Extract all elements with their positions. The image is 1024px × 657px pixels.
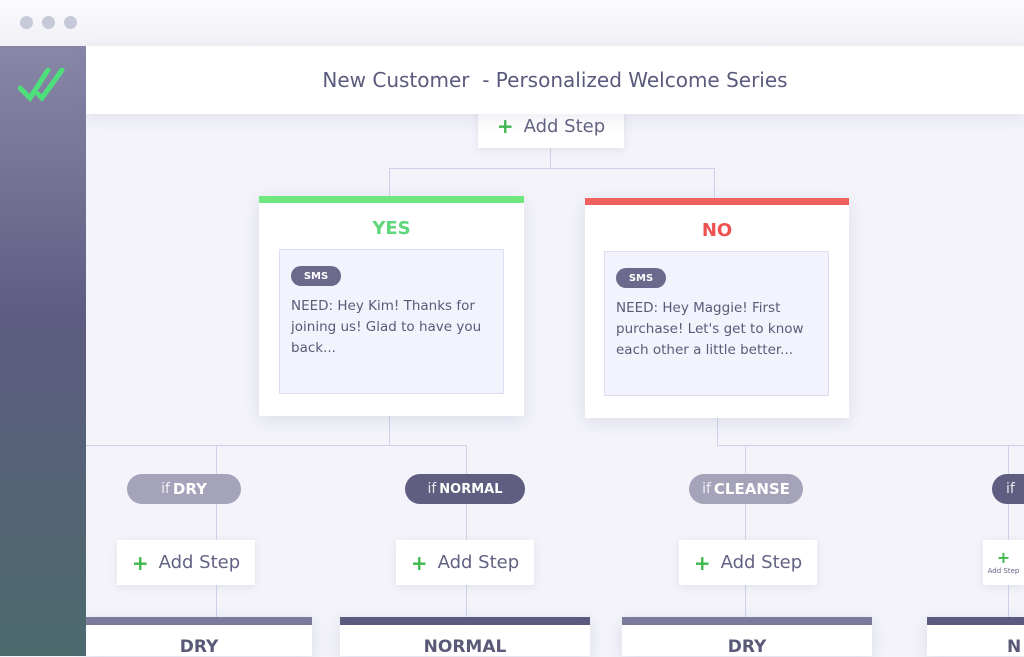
window-close-button[interactable] [20, 16, 33, 29]
sidebar [0, 46, 86, 656]
connector [389, 168, 390, 196]
sms-badge: SMS [616, 268, 666, 288]
add-step-button[interactable]: + Add Step [679, 540, 817, 585]
message-preview[interactable]: SMS NEED: Hey Kim! Thanks for joining us… [279, 249, 504, 394]
plus-icon: + [996, 547, 1011, 567]
branch-card-no[interactable]: NO SMS NEED: Hey Maggie! First purchase!… [585, 198, 849, 418]
step-card-dry[interactable]: DRY [86, 617, 312, 657]
message-text: NEED: Hey Maggie! First purchase! Let's … [616, 300, 804, 358]
sms-badge: SMS [291, 266, 341, 286]
window-minimize-button[interactable] [42, 16, 55, 29]
window-maximize-button[interactable] [64, 16, 77, 29]
page-header: New Customer - Personalized Welcome Seri… [86, 46, 1024, 114]
connector [717, 418, 718, 445]
connector [550, 148, 551, 168]
plus-icon: + [693, 550, 711, 575]
connector [466, 445, 467, 617]
connector [1008, 445, 1009, 617]
connector [216, 445, 217, 617]
connector [389, 416, 390, 445]
connector [714, 168, 715, 198]
connector [717, 445, 1024, 446]
condition-pill-normal[interactable]: if NORMAL [405, 474, 525, 504]
plus-icon: + [496, 114, 514, 138]
condition-pill-cleanse[interactable]: if CLEANSE [689, 474, 803, 504]
condition-pill[interactable]: if [992, 474, 1024, 504]
branch-title: YES [372, 218, 411, 239]
page-title: New Customer - Personalized Welcome Seri… [322, 68, 788, 92]
connector [86, 445, 467, 446]
plus-icon: + [410, 550, 428, 575]
connector [389, 168, 715, 169]
message-preview[interactable]: SMS NEED: Hey Maggie! First purchase! Le… [604, 251, 829, 396]
plus-icon: + [131, 550, 149, 575]
connector [745, 445, 746, 617]
message-text: NEED: Hey Kim! Thanks for joining us! Gl… [291, 298, 482, 356]
add-step-button[interactable]: + Add Step [983, 540, 1024, 585]
double-check-icon[interactable] [18, 68, 66, 102]
condition-pill-dry[interactable]: if DRY [127, 474, 241, 504]
branch-card-yes[interactable]: YES SMS NEED: Hey Kim! Thanks for joinin… [259, 196, 524, 416]
add-step-button[interactable]: + Add Step [117, 540, 255, 585]
step-card-normal[interactable]: NORMAL [340, 617, 590, 657]
step-card[interactable]: N [927, 617, 1024, 657]
window-titlebar [0, 0, 1024, 46]
add-step-button[interactable]: + Add Step [396, 540, 534, 585]
branch-title: NO [701, 220, 733, 241]
step-card-dry[interactable]: DRY [622, 617, 872, 657]
